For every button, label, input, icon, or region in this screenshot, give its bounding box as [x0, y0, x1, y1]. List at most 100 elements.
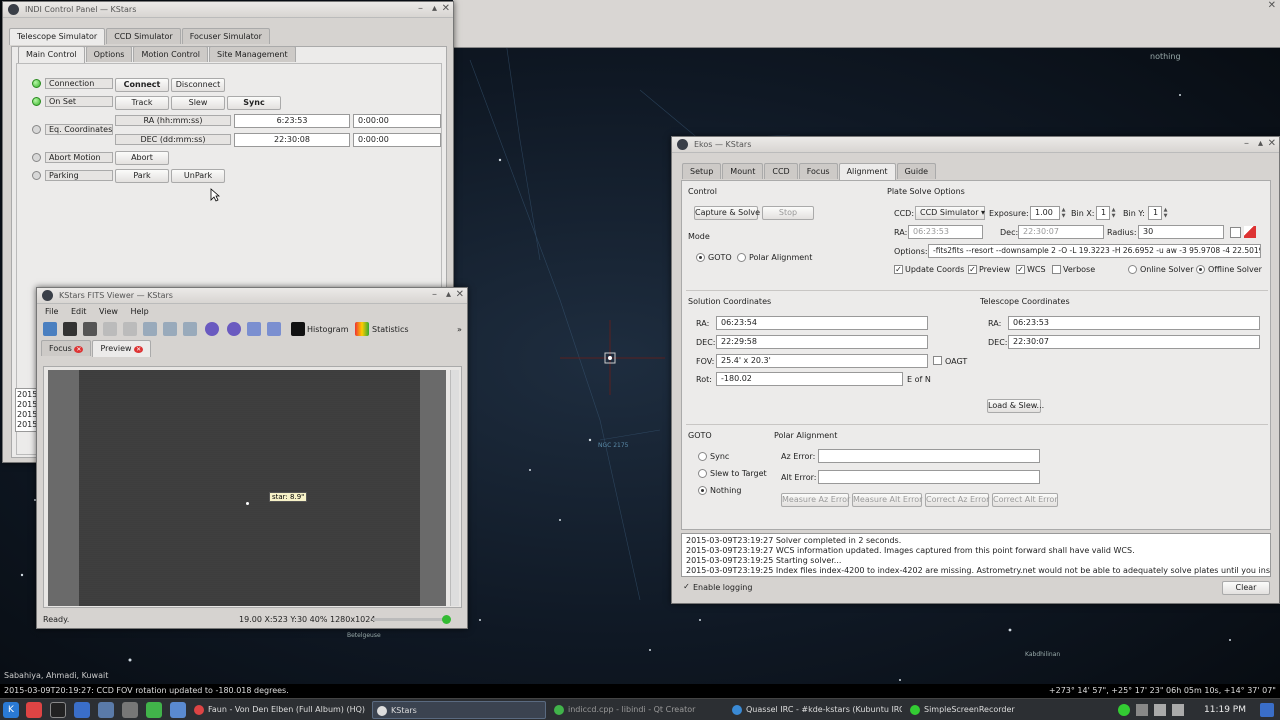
binx-spin-icon[interactable]: ▲ ▼ [1110, 207, 1117, 219]
task-quassel[interactable]: Quassel IRC - #kde-kstars (Kubuntu IRC) [728, 701, 902, 719]
tab-focus[interactable]: Focus [798, 163, 838, 179]
enable-logging-checkbox[interactable]: ✓ [682, 583, 691, 592]
flip-horizontal-icon[interactable] [267, 322, 281, 336]
zoom-in-icon[interactable] [143, 322, 157, 336]
online-solver-radio[interactable] [1128, 265, 1137, 274]
goto-nothing-radio[interactable] [698, 486, 707, 495]
tab-preview[interactable]: Preview ✕ [92, 340, 152, 357]
zoom-out-icon[interactable] [163, 322, 177, 336]
unpark-button[interactable]: UnPark [171, 169, 225, 183]
save-as-icon[interactable] [83, 322, 97, 336]
goto-sync-radio[interactable] [698, 452, 707, 461]
verbose-checkbox[interactable] [1052, 265, 1061, 274]
maximize-icon[interactable]: ▴ [446, 289, 451, 301]
correct-az-button[interactable]: Correct Az Error [925, 493, 989, 507]
close-icon[interactable]: ✕ [1268, 0, 1276, 11]
maximize-icon[interactable]: ▴ [1258, 138, 1263, 150]
abort-button[interactable]: Abort [115, 151, 169, 165]
oagt-checkbox[interactable] [933, 356, 942, 365]
tray-network-icon[interactable] [1172, 704, 1184, 716]
tab-focus[interactable]: Focus ✕ [41, 340, 92, 356]
radius-input[interactable]: 30 [1138, 225, 1224, 239]
tab-options[interactable]: Options [85, 46, 133, 62]
menu-file[interactable]: File [45, 307, 58, 316]
terminal-icon[interactable] [50, 702, 66, 718]
ccd-select[interactable]: CCD Simulator ▾ [915, 206, 985, 220]
fits-image[interactable] [79, 370, 420, 606]
tab-telescope-simulator[interactable]: Telescope Simulator [9, 28, 106, 45]
toolbar-overflow-icon[interactable]: » [457, 325, 462, 334]
measure-az-button[interactable]: Measure Az Error [781, 493, 850, 507]
exposure-input[interactable]: 1.00 [1030, 206, 1060, 220]
track-button[interactable]: Track [115, 96, 169, 110]
flip-vertical-icon[interactable] [247, 322, 261, 336]
wcs-checkbox[interactable]: ✓ [1016, 265, 1025, 274]
rotate-cw-icon[interactable] [227, 322, 241, 336]
writer-icon[interactable] [122, 702, 138, 718]
dec-input[interactable]: 0:00:00 [353, 133, 441, 147]
connect-button[interactable]: Connect [115, 78, 169, 92]
task-faun[interactable]: Faun - Von Den Elben (Full Album) (HQ) -… [190, 701, 368, 719]
tab-ccd-simulator[interactable]: CCD Simulator [106, 28, 181, 44]
chrome-icon[interactable] [26, 702, 42, 718]
biny-spin-icon[interactable]: ▲ ▼ [1162, 207, 1169, 219]
task-qt-creator[interactable]: indiccd.cpp - libindi - Qt Creator [550, 701, 724, 719]
disconnect-button[interactable]: Disconnect [171, 78, 225, 92]
close-icon[interactable]: ✕ [456, 289, 464, 301]
tray-record-icon[interactable] [1118, 704, 1130, 716]
tab-motion-control[interactable]: Motion Control [133, 46, 209, 62]
measure-alt-button[interactable]: Measure Alt Error [852, 493, 922, 507]
statistics-icon[interactable] [355, 322, 369, 336]
menu-edit[interactable]: Edit [71, 307, 87, 316]
slew-button[interactable]: Slew [171, 96, 225, 110]
tab-site-management[interactable]: Site Management [209, 46, 296, 62]
histogram-icon[interactable] [291, 322, 305, 336]
stop-button[interactable]: Stop [762, 206, 814, 220]
qt-creator-icon[interactable] [146, 702, 162, 718]
maximize-icon[interactable]: ▴ [432, 3, 437, 15]
update-coords-checkbox[interactable]: ✓ [894, 265, 903, 274]
exposure-spin-icon[interactable]: ▲ ▼ [1060, 207, 1067, 219]
file-manager-icon[interactable] [74, 702, 90, 718]
ra-input[interactable]: 0:00:00 [353, 114, 441, 128]
ekos-titlebar[interactable]: Ekos — KStars – ▴ ✕ [672, 137, 1279, 153]
task-screenrecorder[interactable]: SimpleScreenRecorder [906, 701, 1080, 719]
vertical-scrollbar[interactable] [450, 370, 459, 606]
close-icon[interactable]: ✕ [1268, 138, 1276, 150]
tab-guide[interactable]: Guide [896, 163, 937, 179]
park-button[interactable]: Park [115, 169, 169, 183]
biny-input[interactable]: 1 [1148, 206, 1162, 220]
tab-main-control[interactable]: Main Control [18, 46, 85, 63]
redo-icon[interactable] [123, 322, 137, 336]
blender-icon[interactable] [98, 702, 114, 718]
binx-input[interactable]: 1 [1096, 206, 1110, 220]
correct-alt-button[interactable]: Correct Alt Error [992, 493, 1058, 507]
clock[interactable]: 11:19 PM [1204, 705, 1246, 715]
minimize-icon[interactable]: – [418, 3, 423, 15]
goto-mode-radio[interactable] [696, 253, 705, 262]
task-kstars[interactable]: KStars [372, 701, 546, 719]
tray-volume-icon[interactable] [1154, 704, 1166, 716]
show-desktop-icon[interactable] [1260, 703, 1274, 717]
histogram-button[interactable]: Histogram [307, 325, 349, 334]
solver-options-input[interactable]: -fits2fits --resort --downsample 2 -O -L… [928, 244, 1261, 258]
dec-input[interactable]: 22:30:07 [1018, 225, 1104, 239]
indi-titlebar[interactable]: INDI Control Panel — KStars – ▴ ✕ [3, 2, 453, 18]
offline-solver-radio[interactable] [1196, 265, 1205, 274]
rotate-ccw-icon[interactable] [205, 322, 219, 336]
polar-mode-radio[interactable] [737, 253, 746, 262]
statistics-button[interactable]: Statistics [372, 325, 409, 334]
clear-button[interactable]: Clear [1222, 581, 1270, 595]
menu-help[interactable]: Help [131, 307, 149, 316]
minimize-icon[interactable]: – [432, 289, 437, 301]
tray-clipboard-icon[interactable] [1136, 704, 1148, 716]
ra-input[interactable]: 06:23:53 [908, 225, 983, 239]
close-tab-icon[interactable]: ✕ [74, 346, 84, 353]
tab-alignment[interactable]: Alignment [838, 163, 896, 180]
save-icon[interactable] [63, 322, 77, 336]
capture-solve-button[interactable]: Capture & Solve [694, 206, 760, 220]
close-tab-icon[interactable]: ✕ [134, 346, 144, 353]
tab-focuser-simulator[interactable]: Focuser Simulator [181, 28, 270, 44]
kde-menu-icon[interactable]: K [3, 702, 19, 718]
preview-checkbox[interactable]: ✓ [968, 265, 977, 274]
